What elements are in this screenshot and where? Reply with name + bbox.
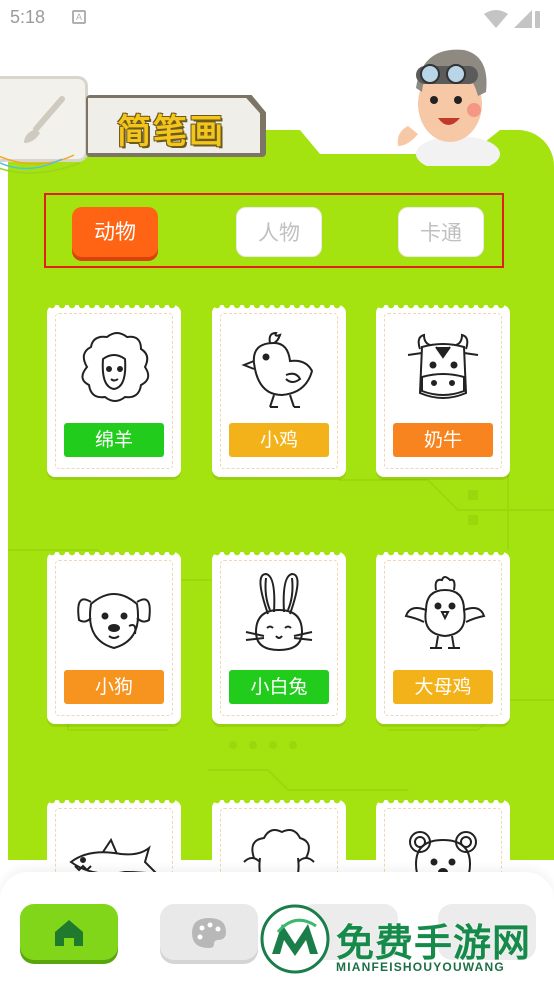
tab-cartoon[interactable]: 卡通 [398, 207, 484, 257]
card-cow[interactable]: 奶牛 [376, 305, 510, 477]
card-dog[interactable]: 小狗 [47, 552, 181, 724]
decorative-wires [0, 154, 81, 174]
card-label: 大母鸡 [393, 670, 493, 704]
card-label: 奶牛 [393, 423, 493, 457]
status-time: 5:18 [10, 7, 46, 27]
watermark: 免费手游网 MIANFEISHOUYOUWANG [258, 900, 554, 984]
card-label: 小狗 [64, 670, 164, 704]
notification-icon: A [72, 10, 86, 24]
home-icon [55, 920, 83, 946]
card-label: 绵羊 [64, 423, 164, 457]
card-sheep[interactable]: 绵羊 [47, 305, 181, 477]
card-chick[interactable]: 小鸡 [212, 305, 346, 477]
tab-animals[interactable]: 动物 [72, 207, 158, 257]
card-label: 小鸡 [229, 423, 329, 457]
card-hen[interactable]: 大母鸡 [376, 552, 510, 724]
sheep-drawing-icon [81, 332, 150, 402]
page-title: 简笔画 [117, 112, 225, 152]
chick-drawing-icon [241, 331, 314, 408]
watermark-title: 免费手游网 [336, 921, 532, 965]
watermark-logo-icon [260, 904, 330, 974]
logo-badge [0, 76, 88, 174]
card-label: 小白兔 [229, 670, 329, 704]
mascot-pilot-icon [397, 49, 500, 166]
palette-icon [192, 918, 226, 948]
status-bar: 5:18 A [0, 0, 554, 38]
nav-home-button[interactable] [20, 904, 118, 960]
category-tab-group: 动物 人物 卡通 [44, 193, 504, 268]
nav-palette-button[interactable] [160, 904, 258, 960]
cow-drawing-icon [407, 333, 479, 399]
wifi-battery-icon [484, 10, 540, 28]
watermark-subtitle: MIANFEISHOUYOUWANG [336, 960, 505, 974]
status-icons [482, 8, 542, 35]
card-rabbit[interactable]: 小白兔 [212, 552, 346, 724]
rabbit-drawing-icon [245, 572, 313, 652]
dog-drawing-icon [77, 593, 151, 650]
hen-drawing-icon [404, 576, 486, 649]
tab-people[interactable]: 人物 [236, 207, 322, 257]
